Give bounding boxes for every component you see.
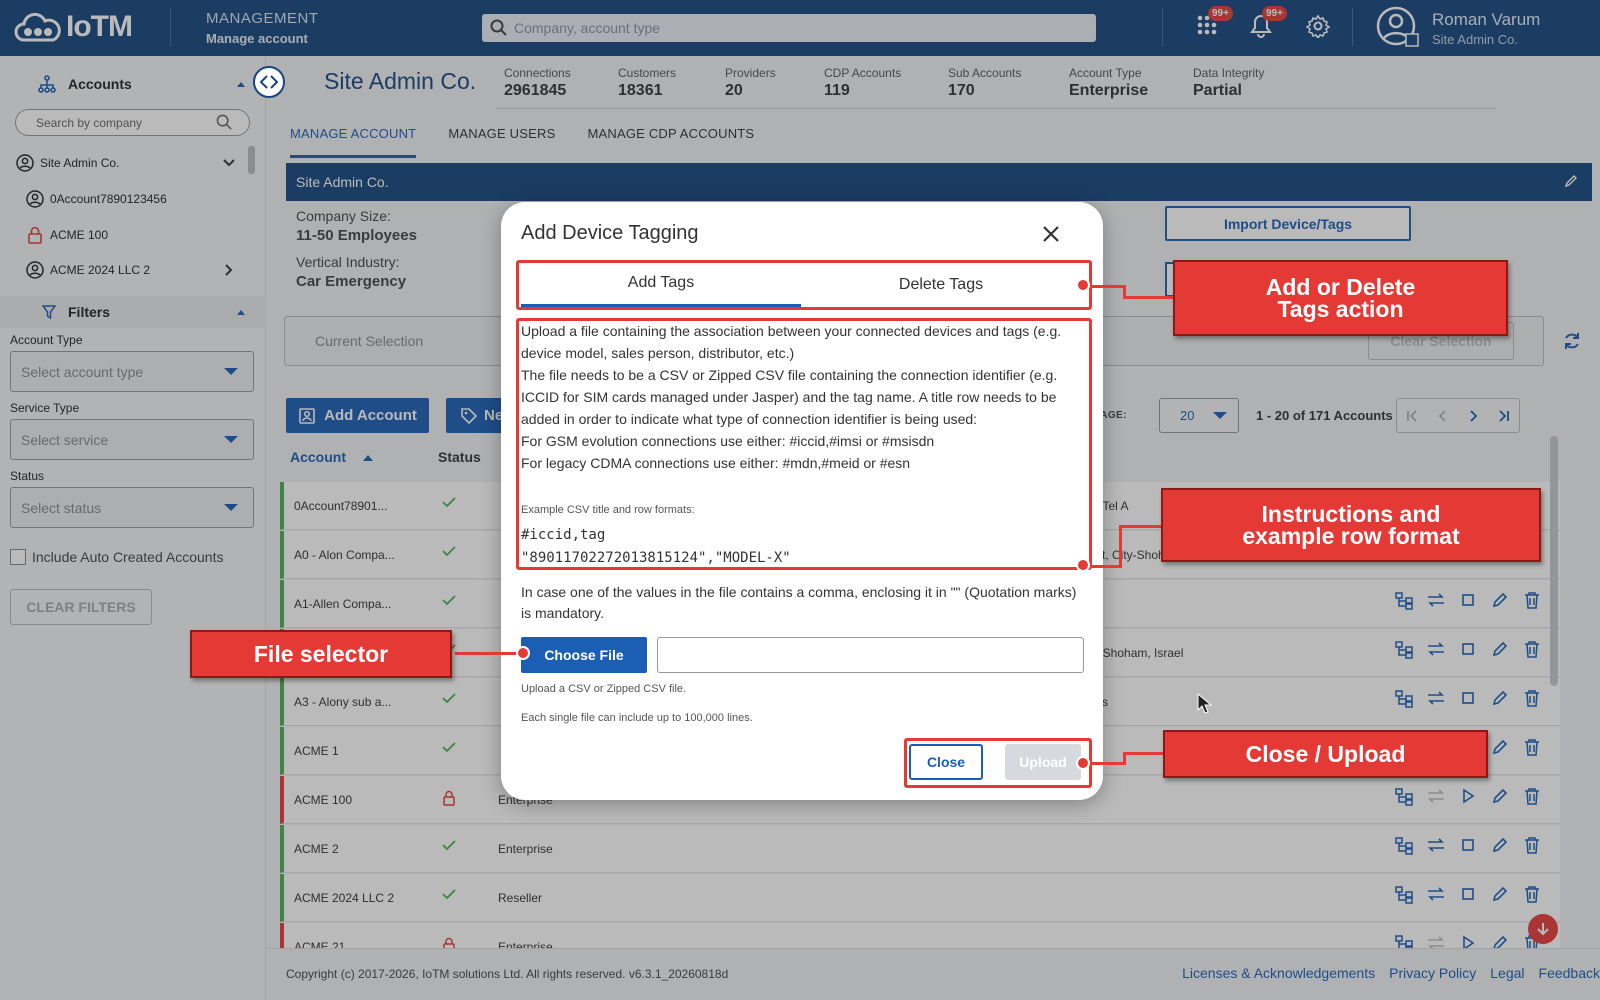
connector-line [1086,762,1126,765]
connector-line [1086,285,1126,288]
callout-close-upload: Close / Upload [1163,730,1488,778]
collapse-sidebar-button[interactable] [253,66,285,98]
dialog-title: Add Device Tagging [521,222,699,244]
highlight-instructions [516,318,1092,570]
callout-file-selector: File selector [190,630,452,678]
highlight-tabs [516,260,1092,310]
close-icon[interactable] [1041,224,1061,244]
comma-note: In case one of the values in the file co… [521,584,1077,621]
file-format-hint: Upload a CSV or Zipped CSV file. [521,683,687,695]
collapse-arrows-icon [259,75,279,89]
connector-line [455,652,523,655]
choose-file-button[interactable]: Choose File [521,637,647,673]
file-lines-hint: Each single file can include up to 100,0… [521,712,753,724]
callout-dot [1076,558,1090,572]
connector-line [1086,565,1122,568]
callout-instructions: Instructions and example row format [1161,488,1541,562]
highlight-buttons [904,738,1092,788]
callout-tags-action: Add or Delete Tags action [1173,260,1508,336]
callout-dot [516,646,530,660]
connector-line [1119,525,1122,568]
connector-line [1123,296,1173,299]
mouse-cursor-icon [1197,693,1213,714]
file-name-field[interactable] [657,637,1084,673]
connector-line [1123,752,1163,755]
callout-dot [1076,756,1090,770]
callout-dot [1076,278,1090,292]
connector-line [1119,525,1161,528]
